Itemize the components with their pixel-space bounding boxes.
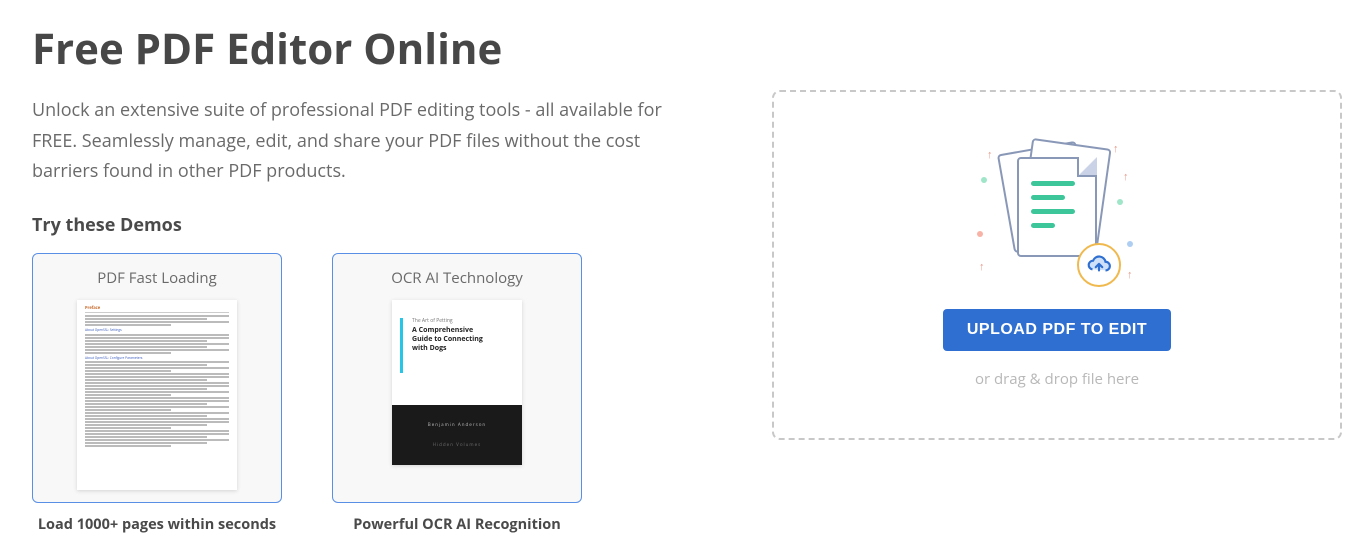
demo-box: OCR AI Technology The Art of Petting A C… <box>332 253 582 503</box>
upload-button[interactable]: UPLOAD PDF TO EDIT <box>943 309 1171 351</box>
demo-card-ocr[interactable]: OCR AI Technology The Art of Petting A C… <box>332 253 582 534</box>
demo-preview-document-icon: Preface About OpenSSL: Settings About Op… <box>77 300 237 490</box>
demo-caption: Powerful OCR AI Recognition <box>332 515 582 534</box>
demo-box: PDF Fast Loading Preface About OpenSSL: … <box>32 253 282 503</box>
demo-card-fast-loading[interactable]: PDF Fast Loading Preface About OpenSSL: … <box>32 253 282 534</box>
demo-preview-book-icon: The Art of Petting A Comprehensive Guide… <box>392 300 522 465</box>
page-title: Free PDF Editor Online <box>32 20 682 77</box>
documents-illustration-icon: ↑ ↑ ↑ ↑ ↑ <box>977 141 1137 291</box>
page-subtitle: Unlock an extensive suite of professiona… <box>32 95 672 187</box>
demo-title: PDF Fast Loading <box>97 268 217 288</box>
demos-row: PDF Fast Loading Preface About OpenSSL: … <box>32 253 682 534</box>
demos-heading: Try these Demos <box>32 213 682 237</box>
demo-caption: Load 1000+ pages within seconds <box>32 515 282 534</box>
cloud-upload-icon <box>1077 243 1121 287</box>
demo-title: OCR AI Technology <box>391 268 523 288</box>
upload-dropzone[interactable]: ↑ ↑ ↑ ↑ ↑ UPLOAD PDF TO EDIT or drag & d… <box>772 90 1342 440</box>
drag-drop-hint: or drag & drop file here <box>975 369 1139 389</box>
